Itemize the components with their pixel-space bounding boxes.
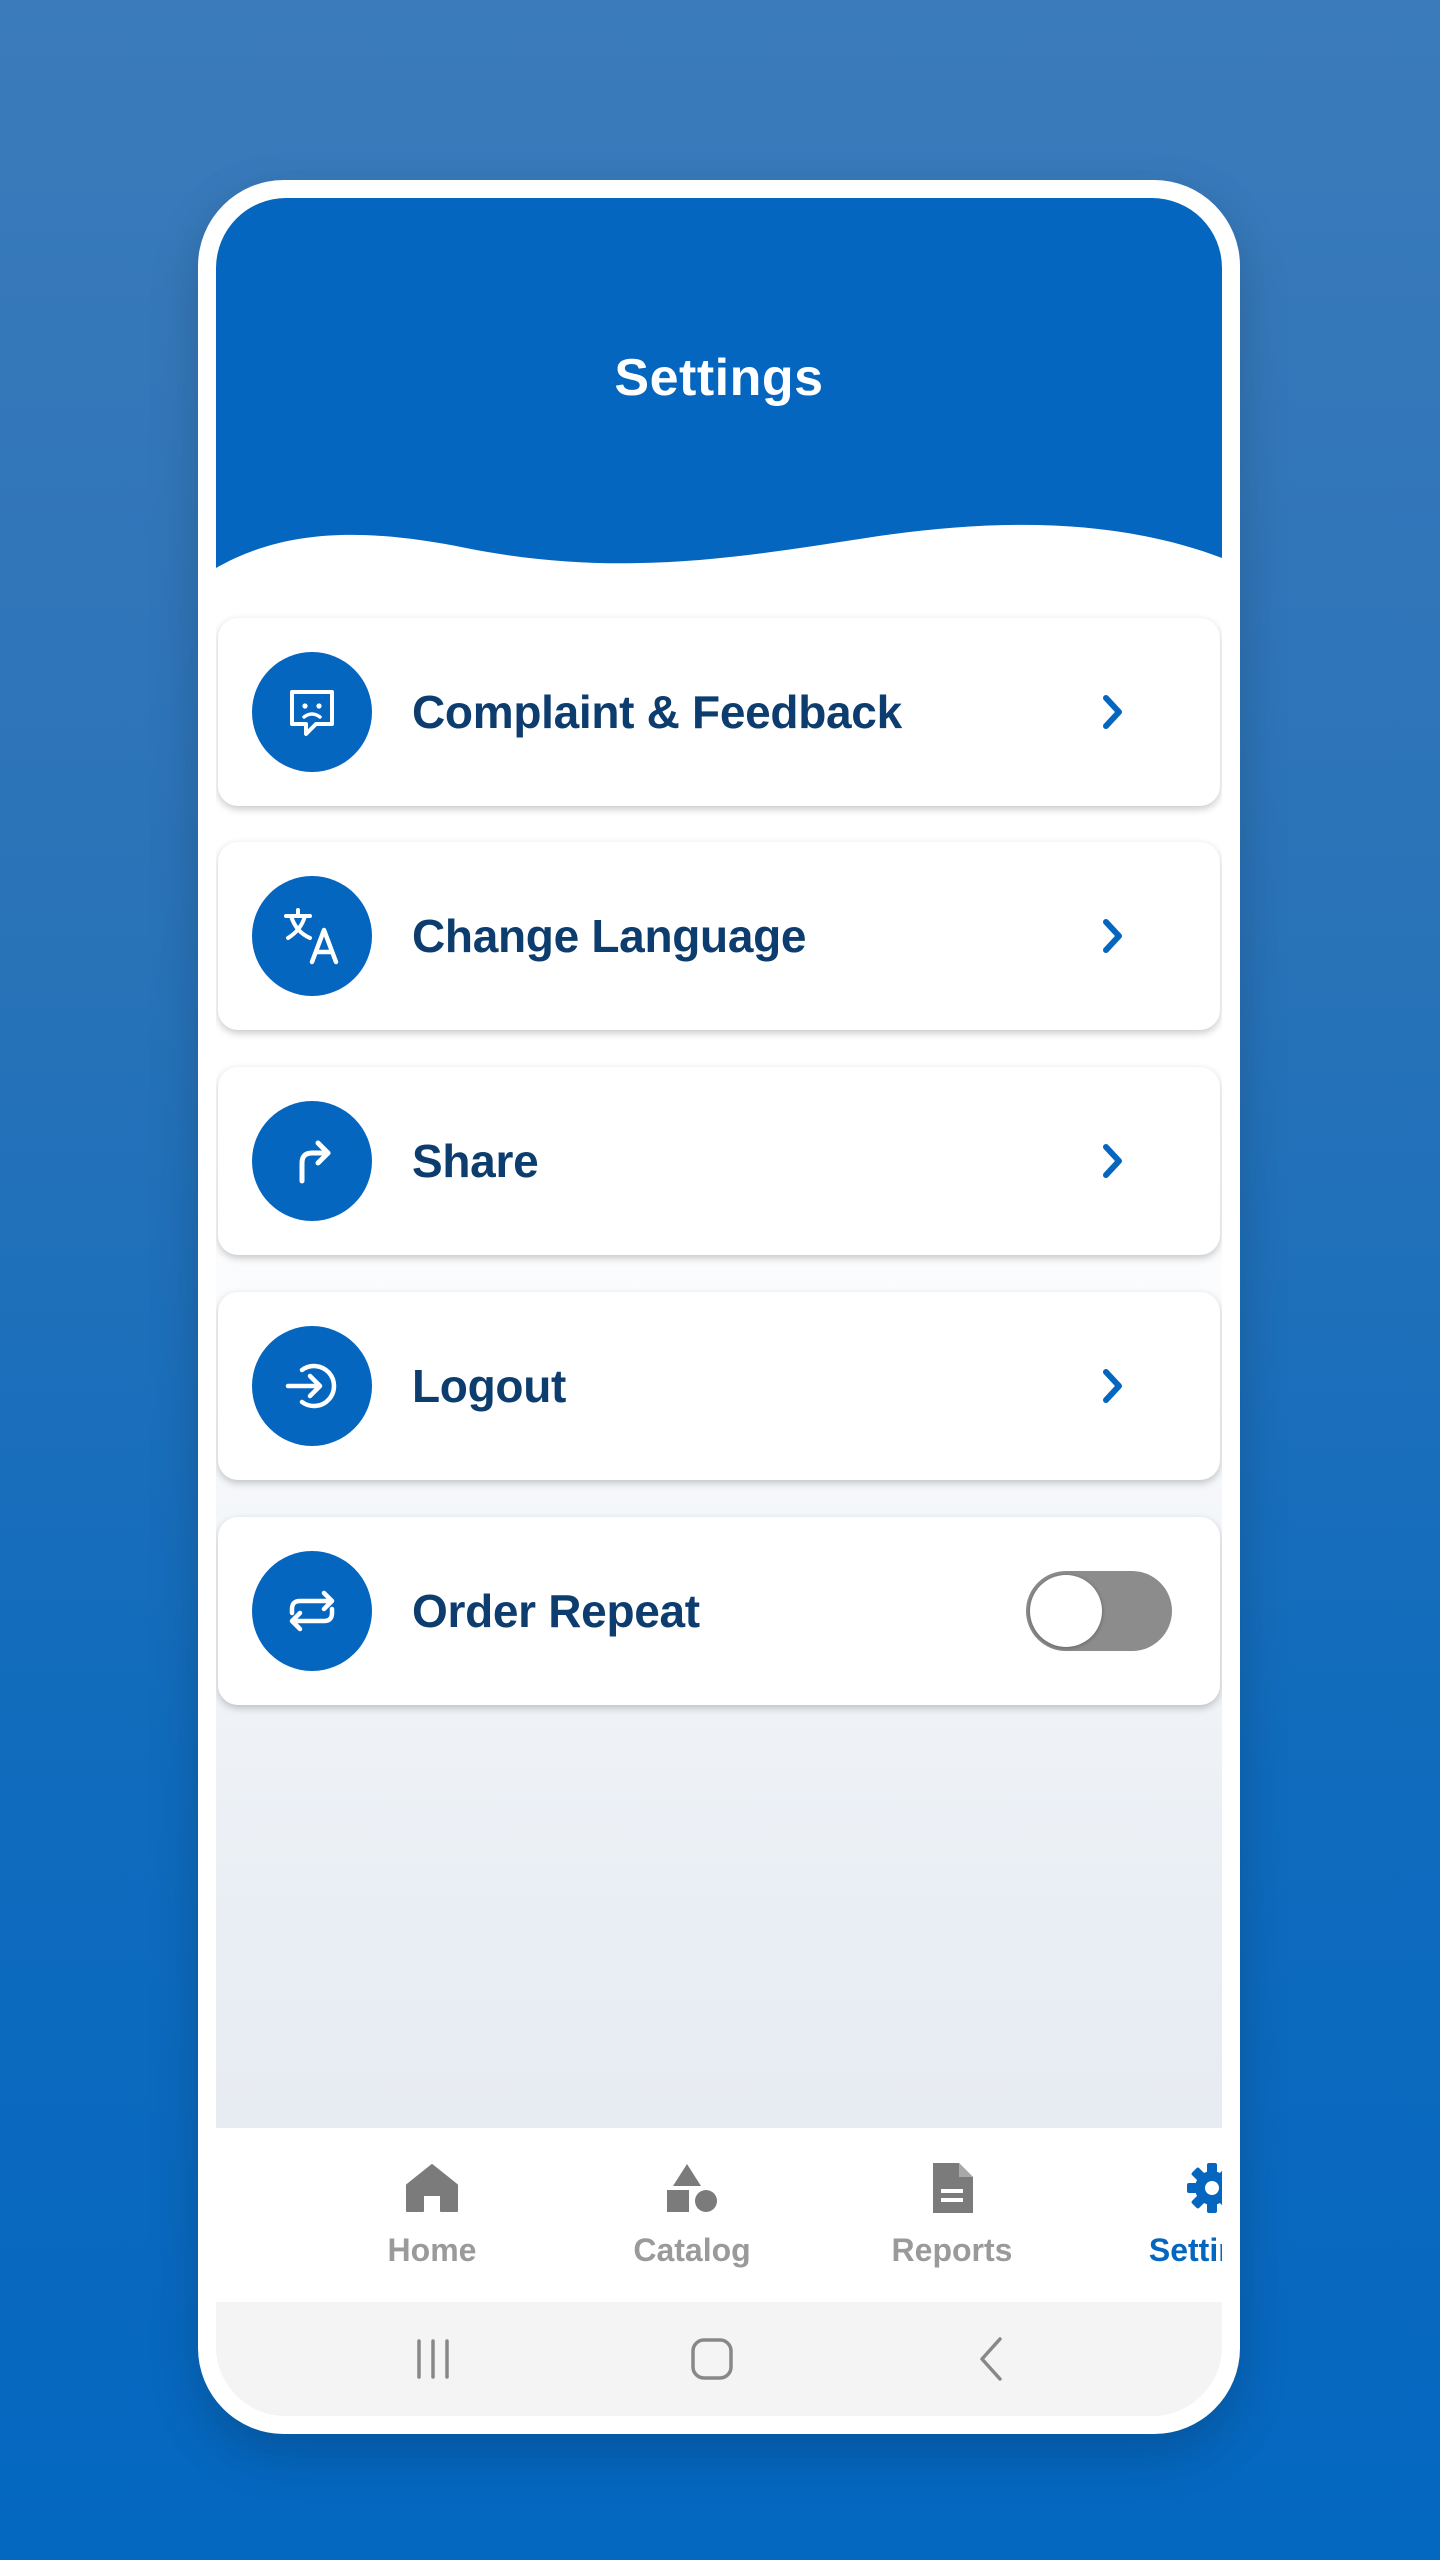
page-title: Settings	[614, 349, 824, 407]
share-arrow-icon	[252, 1101, 372, 1221]
menu-item-label: Change Language	[412, 910, 807, 962]
tab-label: Home	[387, 2232, 477, 2268]
shapes-icon	[662, 2158, 722, 2218]
tab-catalog[interactable]: Catalog	[582, 2128, 802, 2302]
tab-reports[interactable]: Reports	[842, 2128, 1062, 2302]
menu-item-change-language[interactable]: Change Language	[218, 842, 1220, 1030]
header: Settings	[216, 198, 1222, 618]
toggle-knob	[1030, 1575, 1102, 1647]
menu-item-label: Order Repeat	[412, 1585, 700, 1637]
app-screen: Settings Complaint & Feedback Change Lan…	[216, 198, 1222, 2416]
repeat-icon	[252, 1551, 372, 1671]
chevron-right-icon	[1082, 682, 1142, 742]
order-repeat-toggle[interactable]	[1026, 1571, 1172, 1651]
phone-frame: Settings Complaint & Feedback Change Lan…	[198, 180, 1240, 2434]
menu-item-label: Complaint & Feedback	[412, 686, 902, 738]
logout-icon	[252, 1326, 372, 1446]
chevron-right-icon	[1082, 1131, 1142, 1191]
gear-icon	[1182, 2158, 1222, 2218]
tab-label: Settings	[1148, 2232, 1222, 2268]
system-nav-bar	[216, 2302, 1222, 2416]
home-button-icon[interactable]	[682, 2329, 742, 2389]
chevron-right-icon	[1082, 1356, 1142, 1416]
bottom-tab-bar: Home Catalog Reports Setti	[216, 2128, 1222, 2302]
back-icon[interactable]	[962, 2329, 1022, 2389]
menu-item-logout[interactable]: Logout	[218, 1292, 1220, 1480]
menu-item-label: Logout	[412, 1360, 567, 1412]
home-icon	[402, 2158, 462, 2218]
menu-item-label: Share	[412, 1135, 539, 1187]
tab-home[interactable]: Home	[322, 2128, 542, 2302]
document-icon	[922, 2158, 982, 2218]
translate-icon	[252, 876, 372, 996]
tab-label: Catalog	[633, 2232, 751, 2268]
menu-item-order-repeat: Order Repeat	[218, 1517, 1220, 1705]
tab-settings[interactable]: Settings	[1102, 2128, 1222, 2302]
tab-label: Reports	[891, 2232, 1013, 2268]
menu-item-share[interactable]: Share	[218, 1067, 1220, 1255]
chevron-right-icon	[1082, 906, 1142, 966]
sad-face-message-icon	[252, 652, 372, 772]
recent-apps-icon[interactable]	[403, 2329, 463, 2389]
header-wave	[216, 198, 1222, 568]
menu-item-complaint-feedback[interactable]: Complaint & Feedback	[218, 618, 1220, 806]
